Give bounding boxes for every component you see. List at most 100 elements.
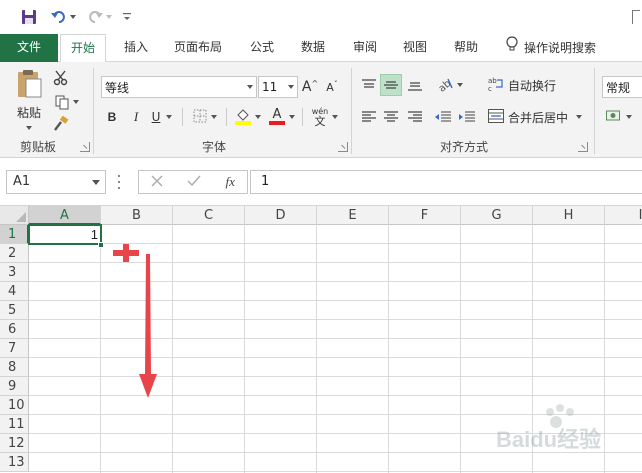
gridline: [29, 338, 642, 339]
italic-button[interactable]: I: [127, 106, 145, 128]
tell-me-search[interactable]: 操作说明搜索: [506, 34, 596, 62]
gridline: [29, 376, 642, 377]
font-launcher-icon[interactable]: [338, 142, 348, 152]
decrease-indent-icon[interactable]: [432, 106, 454, 128]
align-bottom-icon[interactable]: [404, 74, 426, 96]
align-top-icon[interactable]: [358, 74, 380, 96]
watermark-text: Baidu经验: [496, 427, 602, 452]
fill-handle[interactable]: [98, 242, 104, 248]
tab-review[interactable]: 审阅: [342, 34, 388, 62]
name-box[interactable]: A1: [6, 170, 106, 194]
merge-cells-icon: [488, 108, 504, 126]
cut-icon[interactable]: [50, 68, 72, 88]
increase-indent-icon[interactable]: [456, 106, 478, 128]
alignment-launcher-icon[interactable]: [578, 142, 588, 152]
row-header[interactable]: 4: [0, 282, 29, 301]
paste-label: 粘贴: [16, 105, 41, 120]
row-header[interactable]: 13: [0, 453, 29, 472]
tab-data[interactable]: 数据: [290, 34, 336, 62]
orientation-button[interactable]: ab: [432, 74, 466, 96]
column-header[interactable]: G: [461, 206, 533, 225]
phonetic-icon: wén 文: [311, 107, 329, 128]
gridline: [29, 357, 642, 358]
align-middle-icon[interactable]: [380, 74, 402, 96]
formula-bar-grip[interactable]: [118, 175, 121, 189]
tab-home[interactable]: 开始: [60, 34, 106, 63]
column-header[interactable]: B: [101, 206, 173, 225]
clipboard-group-label: 剪贴板: [20, 140, 57, 154]
column-header[interactable]: E: [317, 206, 389, 225]
row-header[interactable]: 6: [0, 320, 29, 339]
font-name-value: 等线: [105, 80, 130, 95]
align-right-icon[interactable]: [404, 106, 426, 128]
row-header[interactable]: 9: [0, 377, 29, 396]
column-header[interactable]: A: [29, 206, 101, 225]
font-name-combo[interactable]: 等线: [101, 76, 257, 98]
column-header[interactable]: F: [389, 206, 461, 225]
row-header[interactable]: 7: [0, 339, 29, 358]
insert-function-button[interactable]: fx: [226, 174, 235, 190]
increase-font-size-button[interactable]: A ^: [302, 77, 318, 97]
tab-view[interactable]: 视图: [392, 34, 438, 62]
format-painter-icon[interactable]: [50, 114, 72, 134]
tab-insert[interactable]: 插入: [112, 34, 160, 62]
bold-button[interactable]: B: [103, 106, 121, 128]
fill-color-button[interactable]: [232, 106, 264, 128]
copy-icon[interactable]: [50, 92, 82, 112]
save-icon[interactable]: [18, 8, 40, 26]
tab-page-layout[interactable]: 页面布局: [166, 34, 230, 62]
merge-center-button[interactable]: 合并后居中: [488, 106, 584, 128]
align-left-icon[interactable]: [358, 106, 380, 128]
borders-button[interactable]: [190, 106, 220, 128]
quick-access-toolbar: [0, 0, 642, 34]
tab-help[interactable]: 帮助: [444, 34, 488, 62]
row-header[interactable]: 2: [0, 244, 29, 263]
font-color-button[interactable]: A: [266, 106, 298, 128]
enter-icon[interactable]: [187, 175, 201, 190]
baidu-jingyan-watermark: Baidu经验: [490, 402, 620, 452]
row-header[interactable]: 10: [0, 396, 29, 415]
window-edge: [632, 10, 640, 24]
formula-input[interactable]: 1: [250, 170, 642, 194]
row-header[interactable]: 5: [0, 301, 29, 320]
accounting-format-button[interactable]: [604, 106, 634, 128]
underline-button[interactable]: U: [147, 106, 177, 128]
worksheet-grid[interactable]: ABCDEFGHI 1 2 3 4 5 6 7 8 9 10 11 12 13 1 Baidu经验: [0, 206, 642, 473]
svg-text:c: c: [488, 85, 492, 92]
column-header[interactable]: H: [533, 206, 605, 225]
accounting-icon: [606, 109, 624, 126]
merge-center-label: 合并后居中: [508, 110, 569, 125]
divider: [594, 68, 595, 154]
phonetic-guide-button[interactable]: wén 文: [308, 104, 342, 130]
decrease-font-size-button[interactable]: Aˇ: [324, 77, 340, 97]
active-cell-a1[interactable]: 1: [28, 224, 102, 245]
row-header[interactable]: 1: [0, 225, 29, 244]
crosshair-cursor-icon: [113, 244, 139, 265]
redo-icon[interactable]: [84, 8, 114, 26]
row-header[interactable]: 11: [0, 415, 29, 434]
gridline: [29, 300, 642, 301]
column-header[interactable]: D: [245, 206, 317, 225]
select-all-button[interactable]: [0, 206, 29, 225]
undo-icon[interactable]: [48, 8, 78, 26]
font-size-combo[interactable]: 11: [258, 76, 298, 98]
number-format-combo[interactable]: 常规: [602, 76, 642, 98]
cancel-icon[interactable]: [151, 175, 163, 190]
number-format-value: 常规: [606, 80, 631, 95]
tab-file[interactable]: 文件: [0, 34, 58, 62]
column-header[interactable]: C: [173, 206, 245, 225]
column-header[interactable]: I: [605, 206, 642, 225]
row-header[interactable]: 8: [0, 358, 29, 377]
customize-qat-icon[interactable]: [120, 8, 134, 26]
tab-formulas[interactable]: 公式: [240, 34, 284, 62]
gridline: [29, 319, 642, 320]
wrap-text-button[interactable]: ab c 自动换行: [488, 74, 560, 96]
clipboard-launcher-icon[interactable]: [80, 142, 90, 152]
row-header[interactable]: 3: [0, 263, 29, 282]
row-header[interactable]: 12: [0, 434, 29, 453]
paste-button[interactable]: 粘贴: [12, 68, 46, 130]
font-group-label: 字体: [202, 140, 227, 154]
ribbon-tabs: 文件 开始 插入 页面布局 公式 数据 审阅 视图 帮助 操作说明搜索: [0, 34, 642, 63]
align-center-icon[interactable]: [380, 106, 402, 128]
svg-text:ab: ab: [488, 77, 497, 85]
